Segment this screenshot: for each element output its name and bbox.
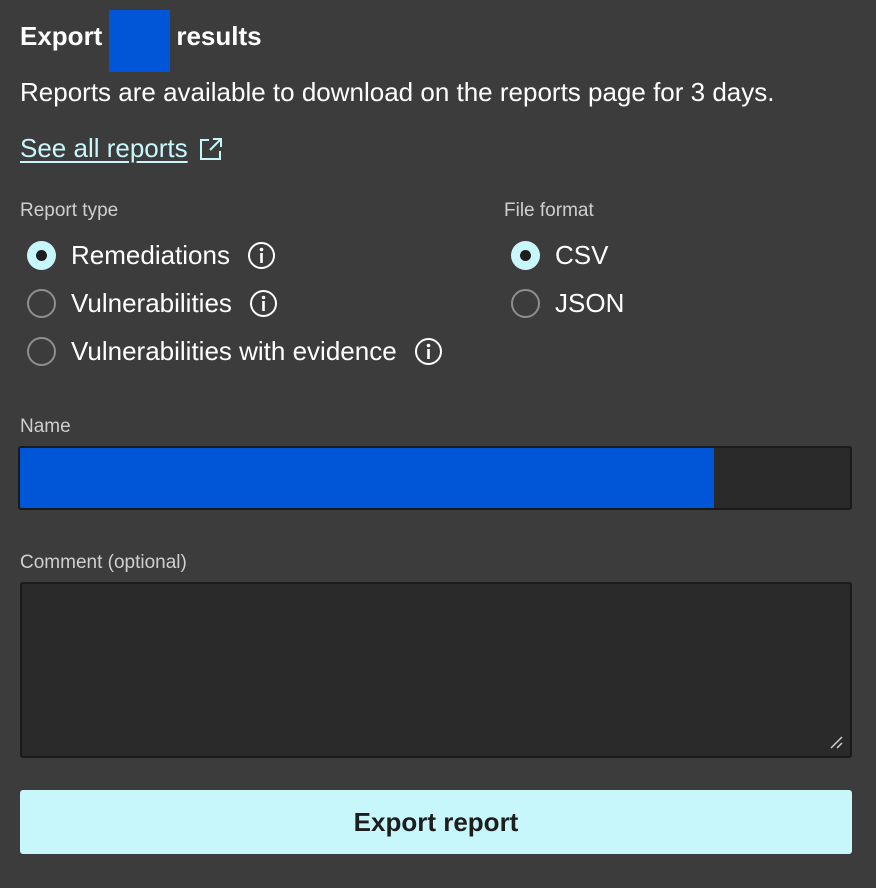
- radio-csv-button[interactable]: [511, 240, 540, 270]
- radio-csv[interactable]: CSV: [511, 237, 608, 273]
- radio-vulnerabilities-with-evidence[interactable]: Vulnerabilities with evidence: [27, 333, 443, 369]
- radio-csv-label: CSV: [555, 239, 609, 270]
- radio-vulnerabilities-with-evidence-button[interactable]: [27, 336, 56, 366]
- radio-remediations-label: Remediations: [71, 239, 230, 270]
- radio-remediations-button[interactable]: [27, 240, 56, 270]
- see-all-reports-label: See all reports: [20, 133, 188, 163]
- file-format-label: File format: [504, 200, 594, 221]
- name-field-label: Name: [20, 416, 71, 437]
- radio-vulnerabilities-button[interactable]: [27, 288, 56, 318]
- name-input[interactable]: [20, 448, 850, 508]
- radio-remediations[interactable]: Remediations: [27, 237, 276, 273]
- report-type-label: Report type: [20, 200, 119, 221]
- radio-json-button[interactable]: [511, 288, 540, 318]
- resize-handle-icon[interactable]: [828, 734, 844, 750]
- reports-description: Reports are available to download on the…: [20, 77, 775, 107]
- export-report-button[interactable]: Export report: [20, 790, 852, 854]
- title-suffix: results: [176, 21, 262, 51]
- info-icon[interactable]: [247, 241, 276, 270]
- info-icon[interactable]: [414, 337, 443, 366]
- name-field[interactable]: [18, 446, 852, 510]
- radio-json-label: JSON: [555, 287, 625, 318]
- radio-vulnerabilities-with-evidence-label: Vulnerabilities with evidence: [71, 335, 397, 366]
- page-title: Export results: [20, 10, 262, 72]
- radio-vulnerabilities-label: Vulnerabilities: [71, 287, 232, 318]
- comment-textarea[interactable]: [20, 582, 852, 758]
- comment-field-label: Comment (optional): [20, 552, 187, 573]
- title-prefix: Export: [20, 21, 103, 51]
- info-icon[interactable]: [249, 289, 278, 318]
- see-all-reports-link[interactable]: See all reports: [20, 130, 224, 166]
- redacted-scan-name: [109, 10, 171, 72]
- radio-vulnerabilities[interactable]: Vulnerabilities: [27, 285, 278, 321]
- external-link-icon: [198, 135, 224, 161]
- radio-json[interactable]: JSON: [511, 285, 624, 321]
